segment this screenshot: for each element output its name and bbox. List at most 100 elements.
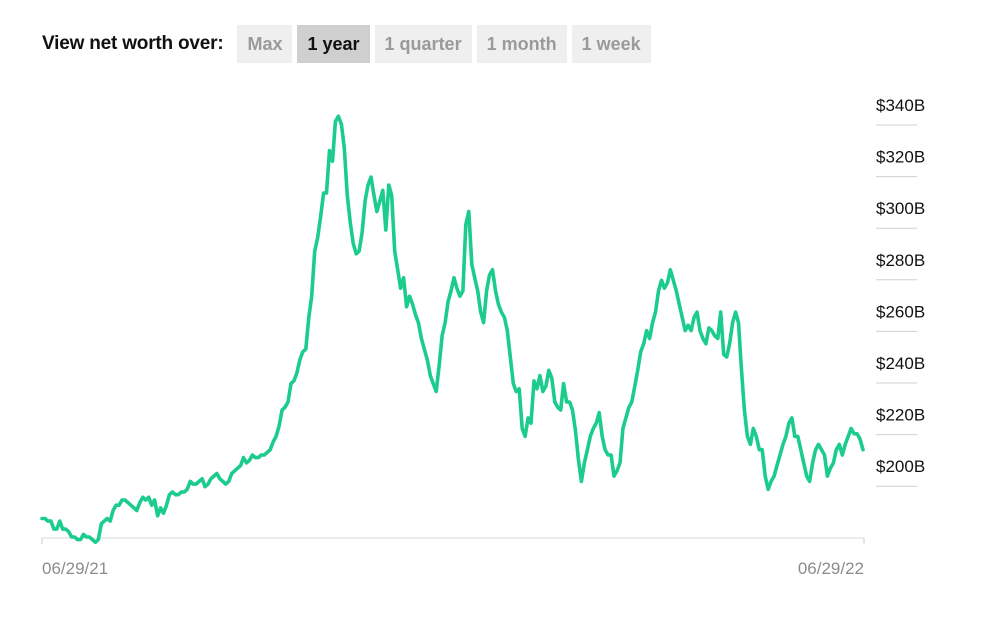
data-point	[393, 250, 396, 253]
data-point	[174, 493, 177, 496]
data-point	[767, 488, 770, 491]
data-point	[814, 448, 817, 451]
data-point	[488, 274, 491, 277]
data-point	[627, 406, 630, 409]
data-point	[378, 199, 381, 202]
data-point	[204, 485, 207, 488]
net-worth-chart: $340B $320B $300B $280B $260B $240B $220B $200B…	[40, 96, 925, 578]
data-point	[435, 390, 438, 393]
data-point	[704, 342, 707, 345]
data-point	[450, 289, 453, 292]
data-point	[408, 295, 411, 298]
data-point	[230, 472, 233, 475]
data-point	[85, 536, 88, 539]
data-point	[811, 461, 814, 464]
data-point	[295, 371, 298, 374]
data-point	[553, 401, 556, 404]
data-point	[651, 321, 654, 324]
data-point	[782, 443, 785, 446]
data-point	[127, 501, 130, 504]
data-point	[497, 303, 500, 306]
data-point	[734, 311, 737, 314]
data-point	[719, 311, 722, 314]
data-point	[696, 311, 699, 314]
data-point	[669, 268, 672, 271]
data-point	[701, 337, 704, 340]
data-point	[334, 120, 337, 123]
y-axis: $340B $320B $300B $280B $260B $240B $220B $200B	[876, 96, 925, 487]
data-point	[687, 324, 690, 327]
data-point	[55, 528, 58, 531]
data-point	[177, 493, 180, 496]
data-point	[663, 287, 666, 290]
data-point	[337, 115, 340, 118]
data-point	[461, 289, 464, 292]
data-point	[707, 326, 710, 329]
data-point	[530, 422, 533, 425]
x-axis-start-label: 06/29/21	[42, 559, 108, 578]
data-point	[266, 451, 269, 454]
data-point	[328, 149, 331, 152]
data-point	[70, 536, 73, 539]
data-point	[476, 289, 479, 292]
data-point	[574, 430, 577, 433]
data-point	[580, 480, 583, 483]
data-point	[752, 427, 755, 430]
data-point	[725, 356, 728, 359]
data-point	[375, 210, 378, 213]
data-point	[138, 501, 141, 504]
data-point	[559, 409, 562, 412]
data-point	[515, 390, 518, 393]
data-point	[639, 350, 642, 353]
data-point	[684, 329, 687, 332]
data-point	[654, 311, 657, 314]
data-point	[343, 147, 346, 150]
data-point	[301, 350, 304, 353]
data-point	[660, 279, 663, 282]
data-point	[633, 385, 636, 388]
data-point	[607, 454, 610, 457]
data-point	[787, 422, 790, 425]
data-point	[621, 427, 624, 430]
y-tick-label: $200B	[876, 457, 925, 476]
data-point	[242, 456, 245, 459]
y-tick-label: $220B	[876, 406, 925, 425]
data-point	[847, 435, 850, 438]
data-point	[358, 250, 361, 253]
data-point	[420, 337, 423, 340]
data-point	[135, 509, 138, 512]
data-point	[568, 401, 571, 404]
data-point	[506, 329, 509, 332]
data-point	[755, 435, 758, 438]
data-point	[565, 401, 568, 404]
data-point	[675, 289, 678, 292]
data-point	[316, 237, 319, 240]
data-point	[793, 435, 796, 438]
data-point	[272, 440, 275, 443]
data-point	[263, 454, 266, 457]
data-point	[678, 303, 681, 306]
data-point	[52, 528, 55, 531]
data-point	[613, 475, 616, 478]
data-point	[251, 454, 254, 457]
data-point	[248, 459, 251, 462]
data-point	[518, 387, 521, 390]
data-point	[284, 406, 287, 409]
data-point	[479, 311, 482, 314]
data-point	[103, 520, 106, 523]
data-point	[257, 456, 260, 459]
data-point	[630, 401, 633, 404]
data-point	[829, 467, 832, 470]
data-point	[841, 454, 844, 457]
data-point	[500, 311, 503, 314]
data-point	[666, 282, 669, 285]
data-point	[370, 176, 373, 179]
data-point	[491, 268, 494, 271]
data-point	[447, 300, 450, 303]
data-point	[589, 435, 592, 438]
data-point	[221, 480, 224, 483]
data-point	[823, 454, 826, 457]
data-point	[384, 229, 387, 232]
data-point	[417, 321, 420, 324]
data-point	[411, 303, 414, 306]
